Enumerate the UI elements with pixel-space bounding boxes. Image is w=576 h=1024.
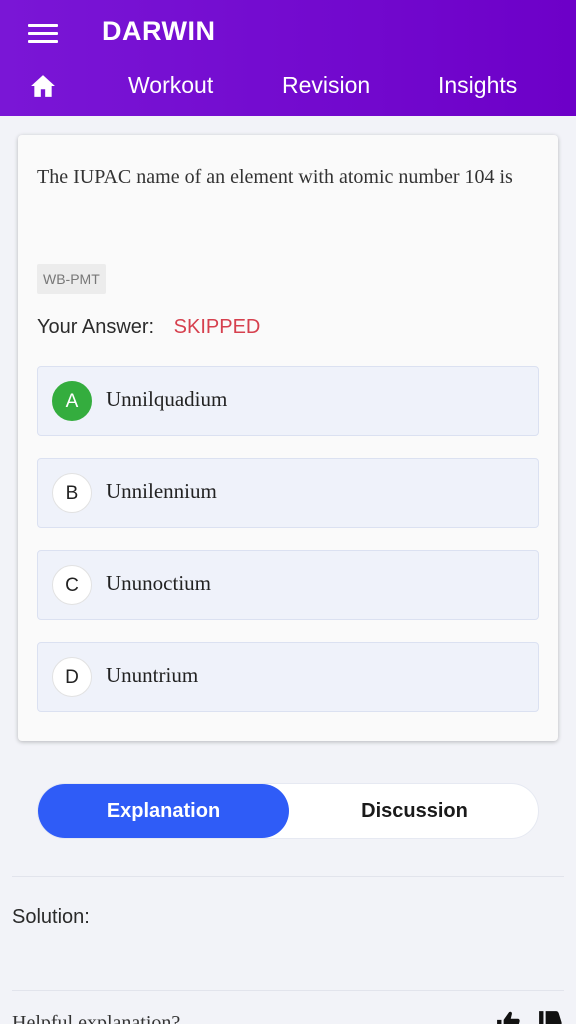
question-card: The IUPAC name of an element with atomic… <box>18 135 558 741</box>
menu-icon[interactable] <box>28 22 58 44</box>
nav-item-revision[interactable]: Revision <box>282 72 370 99</box>
option-letter-b: B <box>52 473 92 513</box>
tab-discussion[interactable]: Discussion <box>289 784 540 838</box>
solution-label: Solution: <box>12 906 90 928</box>
option-text-d: Ununtrium <box>106 663 199 687</box>
question-text: The IUPAC name of an element with atomic… <box>37 166 513 188</box>
divider <box>12 876 564 877</box>
option-a[interactable]: A Unnilquadium <box>37 366 539 436</box>
app-header: DARWIN Workout Revision Insights <box>0 0 576 116</box>
your-answer-row: Your Answer: SKIPPED <box>37 316 260 339</box>
nav-item-insights[interactable]: Insights <box>438 72 517 99</box>
app-title: DARWIN <box>102 16 216 46</box>
option-text-a: Unnilquadium <box>106 387 228 411</box>
option-letter-a: A <box>52 381 92 421</box>
thumbs-down-icon[interactable] <box>536 1010 564 1024</box>
home-icon[interactable] <box>30 74 56 98</box>
thumbs-up-icon[interactable] <box>494 1010 522 1024</box>
option-letter-d: D <box>52 657 92 697</box>
helpful-prompt: Helpful explanation? <box>12 1012 181 1024</box>
option-letter-c: C <box>52 565 92 605</box>
option-text-c: Ununoctium <box>106 571 211 595</box>
option-text-b: Unnilennium <box>106 479 217 503</box>
nav-item-workout[interactable]: Workout <box>128 72 213 99</box>
option-c[interactable]: C Ununoctium <box>37 550 539 620</box>
answer-status: SKIPPED <box>173 316 261 338</box>
explanation-discussion-toggle: Explanation Discussion <box>37 783 539 839</box>
divider <box>12 990 564 991</box>
option-b[interactable]: B Unnilennium <box>37 458 539 528</box>
exam-tag: WB-PMT <box>37 264 106 294</box>
tab-explanation[interactable]: Explanation <box>38 784 289 838</box>
main-nav: Workout Revision Insights <box>0 62 576 110</box>
your-answer-label: Your Answer: <box>37 316 155 338</box>
option-d[interactable]: D Ununtrium <box>37 642 539 712</box>
